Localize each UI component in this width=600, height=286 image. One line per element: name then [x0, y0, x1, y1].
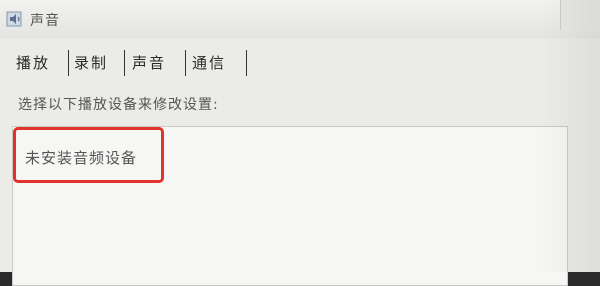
close-button[interactable]	[560, 0, 600, 30]
tab-communications[interactable]: 通信	[192, 52, 226, 74]
tab-separator	[68, 50, 69, 76]
tab-separator	[185, 50, 186, 76]
tab-sounds[interactable]: 声音	[132, 52, 166, 74]
tab-bar: 播放 录制 声音 通信	[0, 48, 600, 78]
tab-recording[interactable]: 录制	[74, 52, 108, 74]
sound-dialog: 声音 播放 录制 声音 通信 选择以下播放设备来修改设置: 未安装音频设备	[0, 0, 600, 286]
tab-separator	[246, 50, 247, 76]
speaker-icon	[6, 11, 22, 27]
highlight-annotation	[13, 127, 164, 183]
instruction-text: 选择以下播放设备来修改设置:	[18, 97, 219, 113]
tab-playback[interactable]: 播放	[16, 52, 50, 74]
window-title: 声音	[30, 13, 60, 29]
title-bar[interactable]: 声音	[0, 0, 600, 38]
tab-separator	[124, 50, 125, 76]
